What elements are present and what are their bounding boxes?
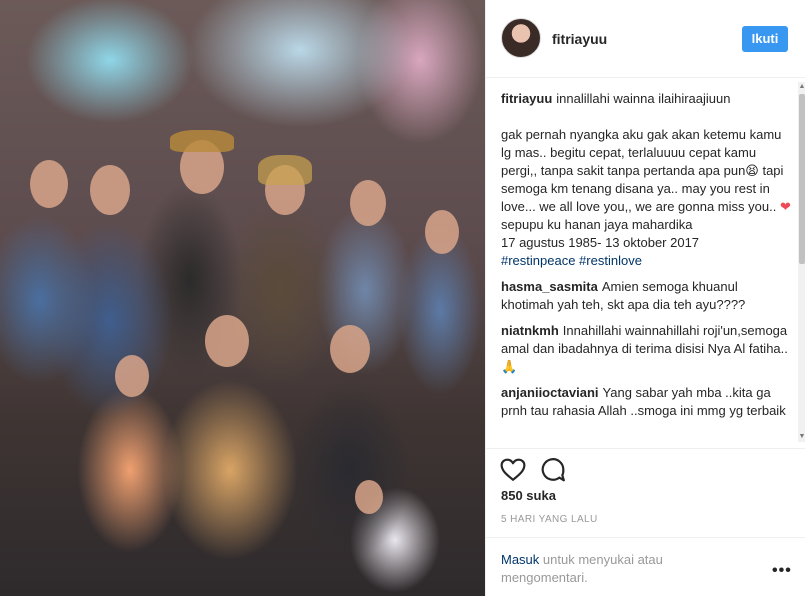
photo-headdress <box>170 130 234 152</box>
caption-body: gak pernah nyangka aku gak akan ketemu k… <box>501 127 788 214</box>
caption-username[interactable]: fitriayuu <box>501 91 552 106</box>
caption-cousin-line: sepupu ku hanan jaya mahardika <box>501 217 693 232</box>
scroll-thumb[interactable] <box>799 94 805 264</box>
list-item: hasma_sasmita Amien semoga khuanul khotim… <box>501 278 791 314</box>
more-options-icon[interactable]: ••• <box>772 563 792 579</box>
caption-hashtags[interactable]: #restinpeace #restinlove <box>501 253 642 268</box>
scroll-down-arrow-icon[interactable]: ▼ <box>798 432 805 442</box>
header-username[interactable]: fitriayuu <box>552 31 607 47</box>
comments-list[interactable]: fitriayuu innalillahi wainna ilaihiraajiu… <box>501 90 791 448</box>
comment-bubble-icon[interactable] <box>540 457 566 483</box>
login-link[interactable]: Masuk <box>501 552 539 567</box>
heart-outline-icon[interactable] <box>500 457 526 483</box>
post-photo[interactable] <box>0 0 485 596</box>
like-count[interactable]: 850 suka <box>501 488 556 503</box>
comment-username[interactable]: anjaniioctaviani <box>501 385 599 400</box>
heart-emoji: ❤ <box>779 199 791 214</box>
comments-scrollbar[interactable]: ▲ ▼ <box>798 82 805 442</box>
post-side-panel: fitriayuu Ikuti fitriayuu innalillahi wai… <box>485 0 805 596</box>
avatar[interactable] <box>501 18 541 58</box>
photo-face <box>115 355 149 397</box>
comment-username[interactable]: niatnkmh <box>501 323 559 338</box>
login-prompt: Masuk untuk menyukai atau mengomentari. <box>501 551 741 587</box>
follow-button[interactable]: Ikuti <box>742 26 788 52</box>
photo-face <box>355 480 383 514</box>
caption-line1: innalillahi wainna ilaihiraajiuun <box>556 91 731 106</box>
scroll-up-arrow-icon[interactable]: ▲ <box>798 82 805 92</box>
photo-face <box>90 165 130 215</box>
caption-dates-line: 17 agustus 1985- 13 oktober 2017 <box>501 235 700 250</box>
list-item: niatnkmh Innahillahi wainnahillahi roji'u… <box>501 322 791 376</box>
photo-face <box>30 160 68 208</box>
photo-headscarf <box>258 155 312 185</box>
comment-username[interactable]: hasma_sasmita <box>501 279 598 294</box>
login-prompt-bar: Masuk untuk menyukai atau mengomentari. … <box>486 537 805 596</box>
photo-face <box>425 210 459 254</box>
post-header: fitriayuu Ikuti <box>486 0 805 78</box>
action-bar <box>486 448 805 488</box>
photo-face <box>330 325 370 373</box>
photo-face <box>205 315 249 367</box>
list-item: anjaniioctaviani Yang sabar yah mba ..kit… <box>501 384 791 420</box>
photo-face <box>350 180 386 226</box>
caption: fitriayuu innalillahi wainna ilaihiraajiu… <box>501 90 791 270</box>
post-timestamp[interactable]: 5 HARI YANG LALU <box>501 514 598 525</box>
